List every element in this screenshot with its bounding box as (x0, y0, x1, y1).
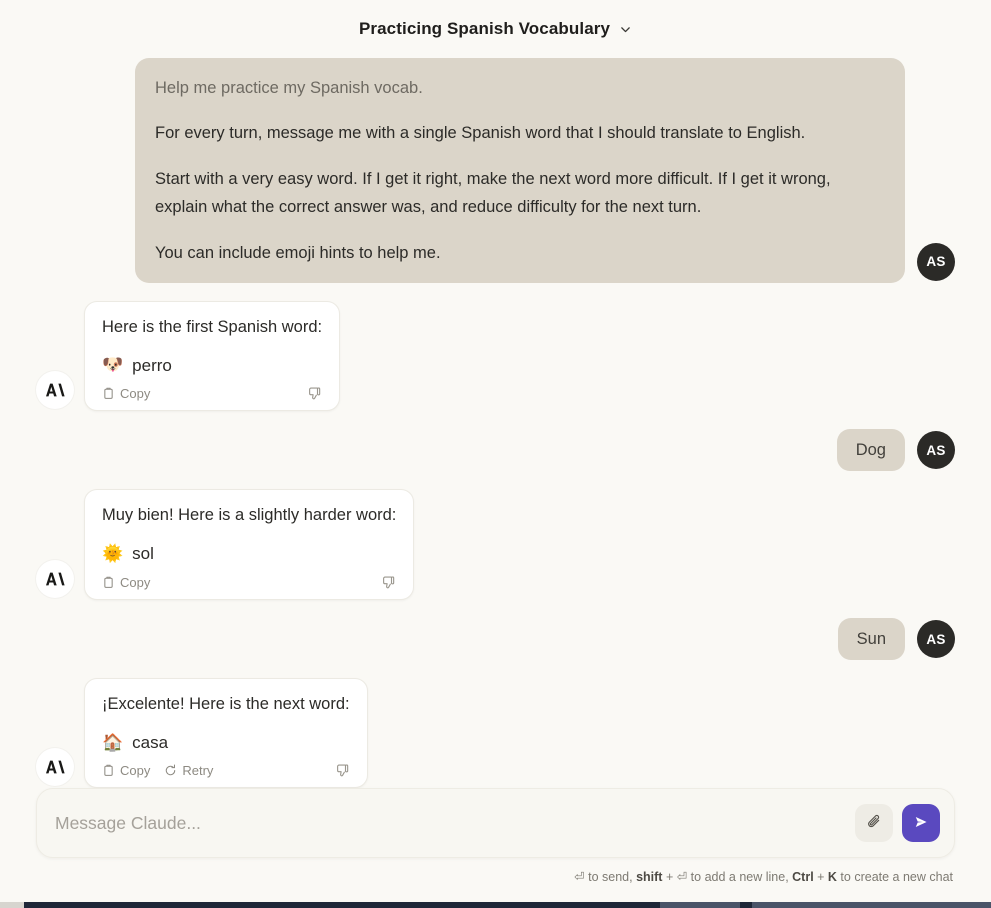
message-turn-assistant: Muy bien! Here is a slightly harder word… (36, 489, 955, 600)
assistant-message-text: ¡Excelente! Here is the next word: (102, 695, 350, 714)
avatar-assistant-claude-icon (36, 371, 74, 410)
copy-label: Copy (120, 574, 151, 590)
user-message-paragraph: Help me practice my Spanish vocab. (155, 79, 423, 97)
message-turn-user: Help me practice my Spanish vocab. For e… (36, 58, 955, 283)
message-turn-assistant: Here is the first Spanish word: 🐶 perro … (36, 300, 955, 412)
user-message-paragraph: For every turn, message me with a single… (155, 124, 806, 143)
hint-ctrl: Ctrl (792, 870, 814, 884)
sun-with-face-emoji: 🌞 (102, 544, 124, 565)
message-actions: Copy (102, 386, 322, 401)
vocab-word: perro (132, 355, 172, 375)
copy-button[interactable]: Copy (102, 575, 150, 590)
vocab-word-row: 🌞 sol (102, 544, 396, 564)
assistant-message-bubble: ¡Excelente! Here is the next word: 🏠 cas… (84, 678, 368, 789)
thumbs-down-icon[interactable] (335, 763, 350, 778)
user-message-paragraph: Start with a very easy word. If I get it… (155, 169, 831, 217)
vocab-word-row: 🐶 perro (102, 356, 322, 376)
message-actions: Copy Retry (102, 763, 350, 778)
message-turn-user: Sun AS (36, 617, 955, 661)
clipboard-icon (102, 764, 115, 777)
chevron-down-icon[interactable] (619, 23, 632, 36)
user-message-bubble: Dog (836, 429, 905, 472)
paperclip-icon (866, 813, 883, 833)
composer[interactable] (36, 788, 955, 858)
thumbs-down-icon[interactable] (381, 575, 396, 590)
taskbar-segment (660, 902, 740, 908)
assistant-message-text: Here is the first Spanish word: (102, 317, 323, 336)
taskbar-left-edge (0, 902, 24, 908)
enter-glyph: ⏎ (676, 869, 688, 884)
hint-k: K (827, 870, 837, 884)
clipboard-icon (102, 387, 115, 400)
message-actions: Copy (102, 575, 396, 590)
hint-plus: + (813, 870, 828, 884)
copy-button[interactable]: Copy (102, 386, 150, 401)
chat-title-dropdown[interactable]: Practicing Spanish Vocabulary (359, 19, 632, 39)
retry-label: Retry (182, 763, 214, 779)
keyboard-hint: ⏎ to send, shift + ⏎ to add a new line, … (36, 869, 955, 884)
message-turn-assistant: ¡Excelente! Here is the next word: 🏠 cas… (36, 678, 955, 789)
avatar-user: AS (917, 242, 955, 281)
hint-part2: + (662, 870, 677, 884)
avatar-user: AS (917, 620, 955, 659)
page-title: Practicing Spanish Vocabulary (358, 19, 611, 38)
composer-area: ⏎ to send, shift + ⏎ to add a new line, … (0, 788, 991, 884)
user-message-bubble: Sun (837, 617, 905, 661)
retry-icon (164, 764, 177, 777)
hint-shift: shift (636, 870, 663, 884)
avatar-assistant-claude-icon (36, 748, 74, 787)
retry-button[interactable]: Retry (164, 763, 213, 778)
hint-part4: to create a new chat (836, 870, 953, 884)
copy-label: Copy (120, 763, 151, 779)
conversation-list: Help me practice my Spanish vocab. For e… (0, 58, 991, 789)
message-turn-user: Dog AS (36, 429, 955, 472)
taskbar-segment (752, 902, 991, 908)
avatar-assistant-claude-icon (36, 559, 74, 598)
enter-glyph: ⏎ (574, 869, 585, 884)
vocab-word: sol (132, 544, 154, 564)
user-message-bubble: Help me practice my Spanish vocab. For e… (135, 58, 905, 283)
copy-button[interactable]: Copy (102, 763, 150, 778)
assistant-message-bubble: Here is the first Spanish word: 🐶 perro … (84, 300, 341, 412)
send-button[interactable] (902, 804, 940, 842)
attach-file-button[interactable] (855, 804, 893, 842)
hint-part3: to add a new line, (687, 870, 793, 884)
house-emoji: 🏠 (102, 732, 124, 753)
assistant-message-bubble: Muy bien! Here is a slightly harder word… (84, 489, 415, 600)
clipboard-icon (102, 576, 115, 589)
send-arrow-icon (912, 813, 930, 834)
assistant-message-text: Muy bien! Here is a slightly harder word… (102, 506, 397, 525)
copy-label: Copy (120, 386, 151, 402)
hint-part1: to send, (584, 870, 637, 884)
user-message-paragraph: You can include emoji hints to help me. (155, 243, 441, 262)
avatar-user: AS (917, 431, 955, 470)
os-taskbar (0, 902, 991, 908)
message-input[interactable] (51, 812, 855, 834)
thumbs-down-icon[interactable] (307, 386, 322, 401)
vocab-word-row: 🏠 casa (102, 733, 350, 753)
chat-header: Practicing Spanish Vocabulary (0, 0, 991, 58)
vocab-word: casa (132, 732, 169, 752)
dog-face-emoji: 🐶 (102, 355, 124, 376)
